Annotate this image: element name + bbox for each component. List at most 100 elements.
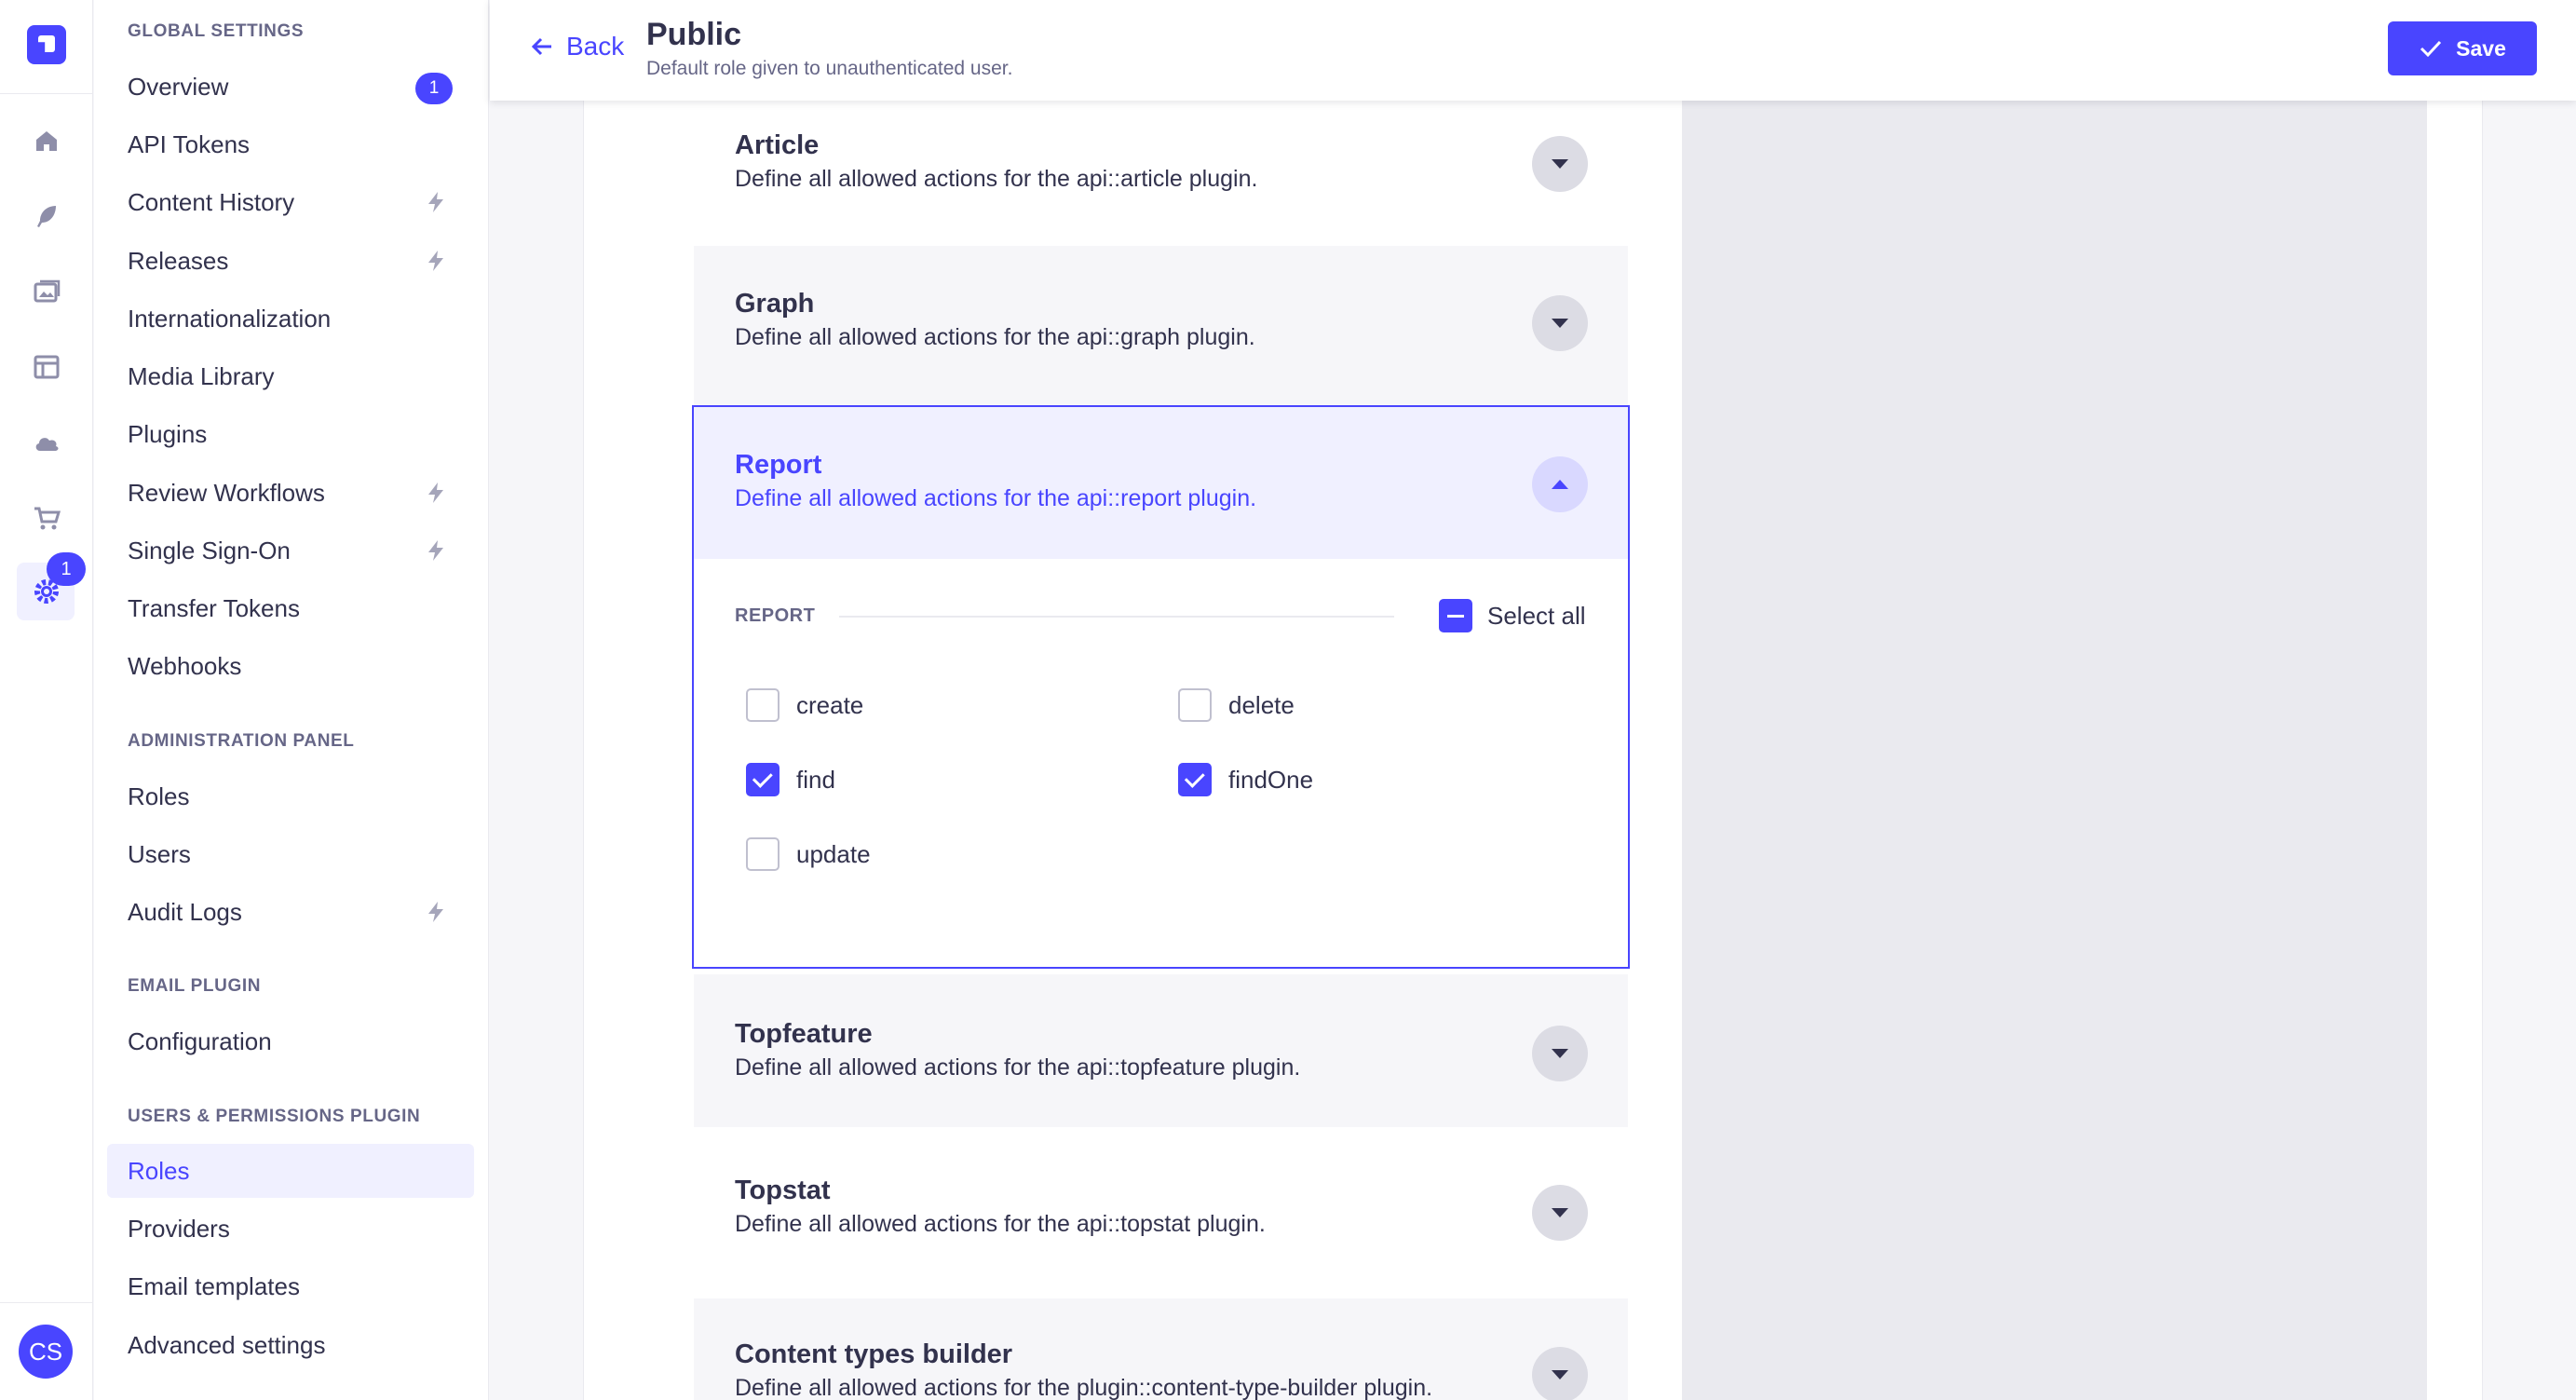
- sidebar-item-plugins[interactable]: Plugins: [107, 407, 474, 461]
- section-title-email-plugin: EMAIL PLUGIN: [128, 976, 262, 996]
- chevron-down-icon[interactable]: [1532, 1347, 1588, 1400]
- cloud-icon[interactable]: [28, 424, 65, 461]
- accordion-content-types-builder[interactable]: Content types builder Define all allowed…: [694, 1298, 1628, 1400]
- accordion-topfeature[interactable]: Topfeature Define all allowed actions fo…: [694, 974, 1628, 1127]
- accordion-topstat[interactable]: Topstat Define all allowed actions for t…: [694, 1127, 1628, 1298]
- sidebar-item-label: Configuration: [128, 1026, 272, 1055]
- chevron-down-icon[interactable]: [1532, 295, 1588, 351]
- sidebar-item-overview[interactable]: Overview 1: [107, 60, 474, 114]
- sidebar-item-content-history[interactable]: Content History: [107, 175, 474, 229]
- page-header: Back Public Default role given to unauth…: [490, 0, 2576, 101]
- divider: [0, 1302, 93, 1303]
- accordion-description: Define all allowed actions for the plugi…: [735, 1375, 1433, 1400]
- chevron-down-icon[interactable]: [1532, 1185, 1588, 1241]
- sidebar-item-single-sign-on[interactable]: Single Sign-On: [107, 523, 474, 578]
- sidebar-item-label: Roles: [128, 782, 190, 810]
- permission-label: update: [796, 839, 871, 868]
- sidebar-item-review-workflows[interactable]: Review Workflows: [107, 466, 474, 520]
- sidebar-item-internationalization[interactable]: Internationalization: [107, 292, 474, 346]
- permission-label: find: [796, 765, 835, 794]
- sidebar-item-email-templates[interactable]: Email templates: [107, 1259, 474, 1313]
- feather-icon[interactable]: [28, 197, 65, 235]
- select-all-checkbox[interactable]: Select all: [1439, 599, 1586, 632]
- permission-update[interactable]: update: [746, 837, 871, 871]
- arrow-left-icon: [531, 37, 551, 56]
- accordion-description: Define all allowed actions for the api::…: [735, 485, 1257, 511]
- sidebar-item-label: Plugins: [128, 419, 208, 448]
- sidebar-item-releases[interactable]: Releases: [107, 234, 474, 288]
- sidebar-item-label: Review Workflows: [128, 478, 325, 507]
- permission-label: findOne: [1228, 765, 1314, 794]
- strapi-logo[interactable]: [27, 25, 66, 64]
- sidebar-item-api-tokens[interactable]: API Tokens: [107, 117, 474, 171]
- save-label: Save: [2456, 35, 2506, 61]
- permission-label: create: [796, 690, 864, 719]
- sidebar-item-admin-roles[interactable]: Roles: [107, 769, 474, 823]
- checkbox-checked[interactable]: [746, 763, 780, 796]
- checkbox-checked[interactable]: [1178, 763, 1212, 796]
- bolt-icon: [428, 902, 443, 922]
- sidebar-item-label: Audit Logs: [128, 897, 242, 926]
- cart-icon[interactable]: [28, 499, 65, 537]
- sidebar-item-label: Email templates: [128, 1271, 300, 1300]
- user-avatar[interactable]: CS: [19, 1325, 73, 1379]
- divider: [839, 616, 1394, 618]
- accordion-title: Graph: [735, 289, 815, 319]
- back-label: Back: [566, 32, 625, 61]
- sidebar-item-label: Users: [128, 839, 191, 868]
- sidebar-item-media-library[interactable]: Media Library: [107, 349, 474, 403]
- save-button[interactable]: Save: [2388, 21, 2537, 75]
- sidebar-item-label: Advanced settings: [128, 1330, 326, 1359]
- sidebar-item-providers[interactable]: Providers: [107, 1202, 474, 1256]
- bolt-icon: [428, 251, 443, 271]
- accordion-title: Report: [735, 450, 822, 480]
- checkbox-indeterminate[interactable]: [1439, 599, 1472, 632]
- back-link[interactable]: Back: [529, 32, 624, 61]
- accordion-description: Define all allowed actions for the api::…: [735, 324, 1255, 350]
- media-icon[interactable]: [28, 273, 65, 310]
- permission-findone[interactable]: findOne: [1178, 763, 1313, 796]
- accordion-header[interactable]: Report Define all allowed actions for th…: [694, 407, 1628, 559]
- sidebar-item-transfer-tokens[interactable]: Transfer Tokens: [107, 581, 474, 635]
- sidebar-item-configuration[interactable]: Configuration: [107, 1014, 474, 1068]
- home-icon[interactable]: [28, 122, 65, 159]
- accordion-title: Article: [735, 130, 820, 160]
- sidebar-item-advanced-settings[interactable]: Advanced settings: [107, 1318, 474, 1372]
- checkbox[interactable]: [746, 688, 780, 722]
- panel-edge: [2427, 101, 2483, 1400]
- accordion-description: Define all allowed actions for the api::…: [735, 1211, 1266, 1237]
- accordion-title: Content types builder: [735, 1339, 1013, 1369]
- sidebar-item-label: Releases: [128, 246, 229, 275]
- sidebar-item-label: API Tokens: [128, 129, 251, 158]
- sidebar-item-audit-logs[interactable]: Audit Logs: [107, 885, 474, 939]
- permission-find[interactable]: find: [746, 763, 835, 796]
- chevron-down-icon[interactable]: [1532, 136, 1588, 192]
- sidebar-item-label: Content History: [128, 187, 295, 216]
- accordion-graph[interactable]: Graph Define all allowed actions for the…: [694, 246, 1628, 406]
- bolt-icon: [428, 192, 443, 212]
- checkbox[interactable]: [1178, 688, 1212, 722]
- sidebar-item-label: Webhooks: [128, 651, 242, 680]
- accordion-article[interactable]: Article Define all allowed actions for t…: [694, 101, 1628, 245]
- chevron-up-icon[interactable]: [1532, 456, 1588, 512]
- overview-badge: 1: [415, 73, 453, 104]
- layout-icon[interactable]: [28, 348, 65, 386]
- accordion-title: Topfeature: [735, 1019, 873, 1049]
- permission-create[interactable]: create: [746, 688, 863, 722]
- section-title-users-permissions: USERS & PERMISSIONS PLUGIN: [128, 1107, 421, 1126]
- sidebar-item-up-roles[interactable]: Roles: [107, 1144, 474, 1198]
- accordion-description: Define all allowed actions for the api::…: [735, 1054, 1301, 1081]
- bolt-icon: [428, 540, 443, 561]
- sidebar-item-webhooks[interactable]: Webhooks: [107, 639, 474, 693]
- checkbox[interactable]: [746, 837, 780, 871]
- accordion-report: Report Define all allowed actions for th…: [692, 405, 1630, 969]
- sidebar-item-users[interactable]: Users: [107, 827, 474, 881]
- divider: [0, 93, 93, 94]
- chevron-down-icon[interactable]: [1532, 1026, 1588, 1081]
- permission-delete[interactable]: delete: [1178, 688, 1295, 722]
- section-title-administration-panel: ADMINISTRATION PANEL: [128, 731, 355, 751]
- accordion-description: Define all allowed actions for the api::…: [735, 166, 1258, 192]
- page-subtitle: Default role given to unauthenticated us…: [646, 58, 1013, 79]
- main-nav-rail: 1 CS: [0, 0, 93, 1400]
- policy-panel: [1682, 101, 2427, 1400]
